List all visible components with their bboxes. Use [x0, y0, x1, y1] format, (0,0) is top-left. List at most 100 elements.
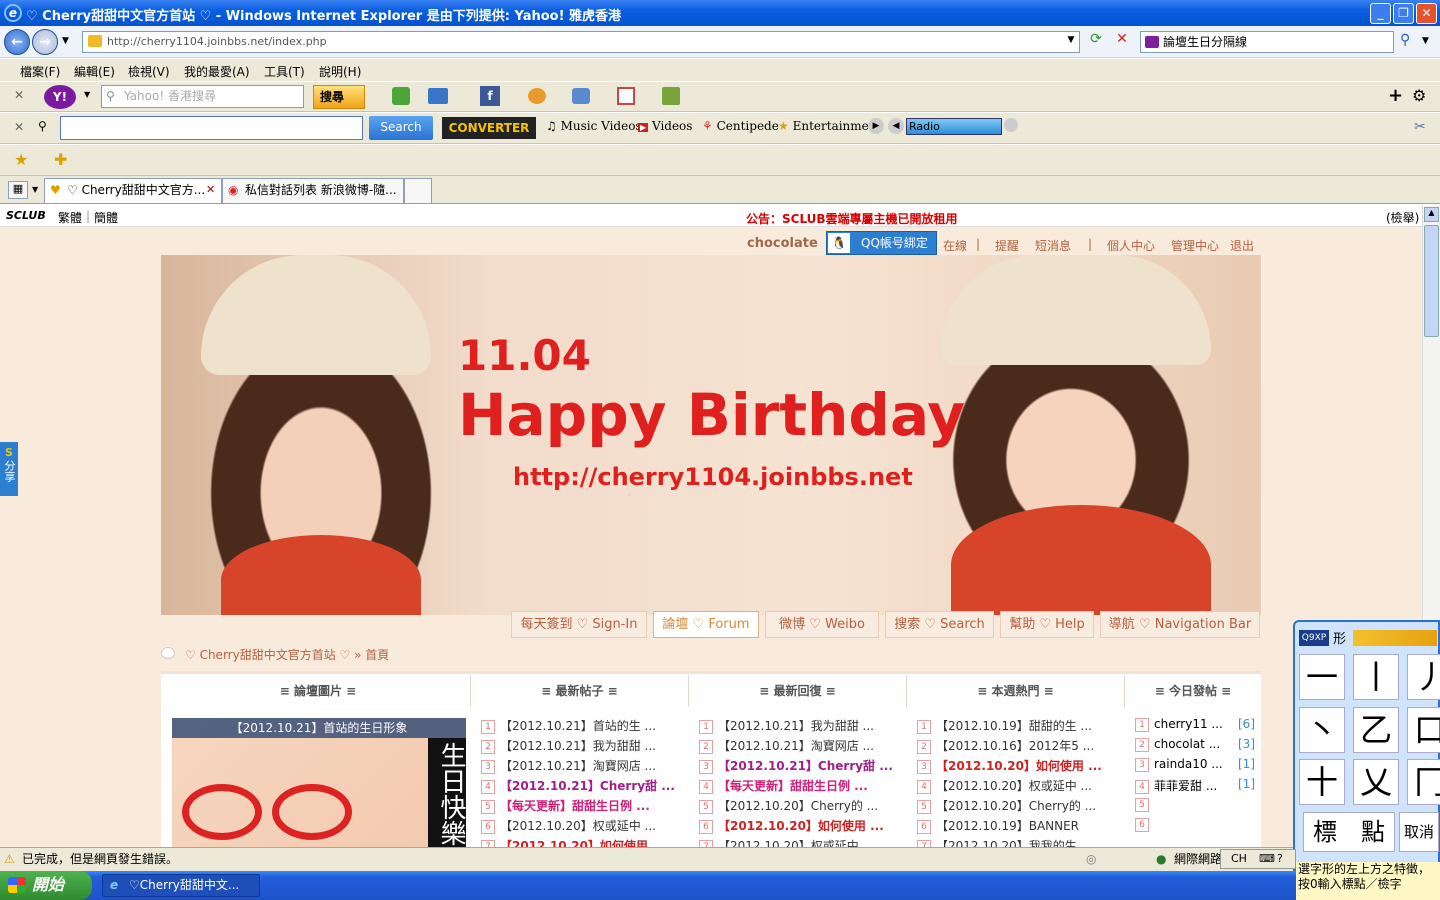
- today-poster-item[interactable]: 2 chocolat ... [3]: [1135, 737, 1255, 752]
- close-toolbar-icon[interactable]: ✕: [14, 88, 24, 102]
- radio-close-icon[interactable]: [1004, 118, 1018, 132]
- hot-post-title[interactable]: 【2012.10.20】权或延中 ...: [936, 779, 1092, 793]
- video-converter-button[interactable]: CONVERTER: [442, 117, 536, 139]
- scroll-thumb[interactable]: [1424, 225, 1439, 337]
- taskbar-ie-window[interactable]: ♡Cherry甜甜中文...: [102, 874, 260, 897]
- hot-post-item[interactable]: 4 【2012.10.20】权或延中 ...: [917, 777, 1121, 794]
- close-toolbar2-icon[interactable]: ✕: [14, 120, 24, 134]
- latest-post-title[interactable]: 【每天更新】甜甜生日例 ...: [500, 799, 650, 813]
- today-poster-item[interactable]: 4 菲菲爱甜 ... [1]: [1135, 777, 1255, 794]
- tab-list-icon[interactable]: ▼: [32, 185, 38, 194]
- latest-reply-item[interactable]: 3 【2012.10.21】Cherry甜 ...: [699, 757, 903, 774]
- ime-stroke-key[interactable]: 丨: [1353, 654, 1399, 700]
- latest-reply-title[interactable]: 【2012.10.20】如何使用 ...: [718, 819, 884, 833]
- language-bar[interactable]: CH ⌨ ?: [1220, 849, 1296, 869]
- hot-post-item[interactable]: 5 【2012.10.20】Cherry的 ...: [917, 797, 1121, 814]
- privacy-icon[interactable]: ◎: [1086, 848, 1096, 870]
- search-box[interactable]: 論壇生日分隔線: [1140, 31, 1394, 53]
- latest-post-title[interactable]: 【2012.10.21】我为甜甜 ...: [500, 739, 656, 753]
- report-link[interactable]: (檢舉): [1386, 209, 1419, 226]
- home-icon[interactable]: [161, 647, 175, 659]
- latest-reply-item[interactable]: 2 【2012.10.21】淘寶网店 ...: [699, 737, 903, 754]
- menu-tools[interactable]: 工具(T): [264, 63, 305, 80]
- warning-icon[interactable]: ⚠: [4, 848, 15, 870]
- entertainment-link[interactable]: ★ Entertainment: [778, 119, 881, 133]
- answers-icon[interactable]: [572, 88, 590, 104]
- calendar-icon[interactable]: [617, 87, 635, 105]
- close-button[interactable]: ✕: [1416, 3, 1437, 24]
- today-poster-title[interactable]: chocolat ...: [1154, 737, 1220, 751]
- hot-post-title[interactable]: 【2012.10.16】2012年5 ...: [936, 739, 1094, 753]
- menu-favorites[interactable]: 我的最愛(A): [184, 63, 250, 80]
- facebook-icon[interactable]: f: [480, 86, 500, 106]
- latest-post-title[interactable]: 【2012.10.21】淘寶网店 ...: [500, 759, 656, 773]
- messages-link[interactable]: 短消息: [1035, 237, 1071, 254]
- address-dropdown-icon[interactable]: ▼: [1064, 35, 1078, 49]
- latest-post-item[interactable]: 4 【2012.10.21】Cherry甜 ...: [481, 777, 685, 794]
- hot-post-item[interactable]: 7 【2012.10.20】我我的生 ...: [917, 837, 1121, 847]
- today-poster-title[interactable]: cherry11 ...: [1154, 717, 1223, 731]
- tools-icon[interactable]: ✂: [1414, 119, 1426, 135]
- hot-post-title[interactable]: 【2012.10.20】我我的生 ...: [936, 839, 1092, 847]
- volume-icon[interactable]: ◀: [888, 118, 904, 134]
- nav-search[interactable]: 搜索 ♡ Search: [885, 611, 994, 638]
- latest-post-title[interactable]: 【2012.10.20】权或延中 ...: [500, 819, 656, 833]
- search-go-icon[interactable]: ⚲: [1400, 32, 1420, 52]
- latest-reply-item[interactable]: 7 【2012.10.20】权或延中 ...: [699, 837, 903, 847]
- notepad-icon[interactable]: [662, 87, 680, 105]
- centipede-link[interactable]: ⚘ Centipede: [702, 119, 779, 133]
- search-options-icon[interactable]: ▼: [1422, 36, 1429, 46]
- bookmark-add-icon[interactable]: [392, 87, 410, 105]
- yahoo-menu-icon[interactable]: ▼: [84, 90, 90, 99]
- play-icon[interactable]: ▶: [868, 118, 884, 134]
- ime-panel[interactable]: Q9XP 形 一丨丿丶乙口十乂冂 標 點 取消: [1293, 620, 1440, 871]
- ime-help-icon[interactable]: ?: [1277, 852, 1283, 865]
- yahoo-logo[interactable]: Y!: [44, 85, 76, 109]
- toolbar-search-input[interactable]: [60, 116, 363, 140]
- nav-navigation-bar[interactable]: 導航 ♡ Navigation Bar: [1100, 611, 1260, 638]
- tab-close-icon[interactable]: ✕: [206, 183, 215, 196]
- hot-post-item[interactable]: 3 【2012.10.20】如何使用 ...: [917, 757, 1121, 774]
- latest-post-item[interactable]: 2 【2012.10.21】我为甜甜 ...: [481, 737, 685, 754]
- latest-reply-item[interactable]: 5 【2012.10.20】Cherry的 ...: [699, 797, 903, 814]
- latest-post-title[interactable]: 【2012.10.21】首站的生 ...: [500, 719, 656, 733]
- yahoo-search-input[interactable]: Yahoo! 香港搜尋: [101, 85, 304, 108]
- profile-link[interactable]: 個人中心: [1107, 237, 1155, 254]
- messenger-icon[interactable]: [528, 88, 546, 104]
- username[interactable]: chocolate: [747, 236, 818, 251]
- traditional-link[interactable]: 繁體: [58, 209, 82, 226]
- latest-post-title[interactable]: 【2012.10.21】Cherry甜 ...: [500, 779, 675, 793]
- stop-icon[interactable]: ✕: [1112, 31, 1132, 51]
- latest-reply-title[interactable]: 【2012.10.21】Cherry甜 ...: [718, 759, 893, 773]
- logout-link[interactable]: 退出: [1230, 237, 1254, 254]
- latest-post-item[interactable]: 3 【2012.10.21】淘寶网店 ...: [481, 757, 685, 774]
- tab-weibo[interactable]: 私信對話列表 新浪微博-隨...: [222, 178, 404, 203]
- ime-stroke-key[interactable]: 十: [1299, 759, 1345, 806]
- mail-icon[interactable]: [428, 88, 448, 104]
- hot-post-title[interactable]: 【2012.10.19】甜甜的生 ...: [936, 719, 1092, 733]
- hot-post-item[interactable]: 1 【2012.10.19】甜甜的生 ...: [917, 717, 1121, 734]
- latest-post-item[interactable]: 1 【2012.10.21】首站的生 ...: [481, 717, 685, 734]
- today-poster-item[interactable]: 3 rainda10 ... [1]: [1135, 757, 1255, 772]
- simplified-link[interactable]: 簡體: [94, 209, 118, 226]
- menu-file[interactable]: 檔案(F): [20, 63, 60, 80]
- ime-cancel-button[interactable]: 取消: [1399, 812, 1439, 852]
- hot-post-title[interactable]: 【2012.10.20】如何使用 ...: [936, 759, 1102, 773]
- ime-stroke-key[interactable]: 丶: [1299, 706, 1345, 753]
- hot-post-title[interactable]: 【2012.10.20】Cherry的 ...: [936, 799, 1096, 813]
- keyboard-icon[interactable]: ⌨: [1259, 852, 1275, 865]
- latest-reply-title[interactable]: 【2012.10.20】Cherry的 ...: [718, 799, 878, 813]
- hot-post-title[interactable]: 【2012.10.19】BANNER: [936, 819, 1079, 833]
- menu-view[interactable]: 檢視(V): [128, 63, 170, 80]
- ime-stroke-key[interactable]: 丿: [1407, 654, 1440, 700]
- nav-signin[interactable]: 每天簽到 ♡ Sign-In: [511, 611, 647, 638]
- ime-mode[interactable]: 形: [1333, 628, 1346, 647]
- today-poster-title[interactable]: 菲菲爱甜 ...: [1154, 779, 1217, 793]
- music-videos-link[interactable]: ♫ Music Videos: [546, 119, 642, 133]
- status-text[interactable]: 已完成，但是網頁發生錯誤。: [22, 848, 178, 870]
- back-button[interactable]: ←: [4, 29, 30, 55]
- today-poster-item[interactable]: 5: [1135, 797, 1255, 812]
- today-poster-item[interactable]: 1 cherry11 ... [6]: [1135, 717, 1255, 732]
- title-bar[interactable]: e ♡ Cherry甜甜中文官方首站 ♡ - Windows Internet …: [0, 0, 1440, 26]
- latest-reply-item[interactable]: 1 【2012.10.21】我为甜甜 ...: [699, 717, 903, 734]
